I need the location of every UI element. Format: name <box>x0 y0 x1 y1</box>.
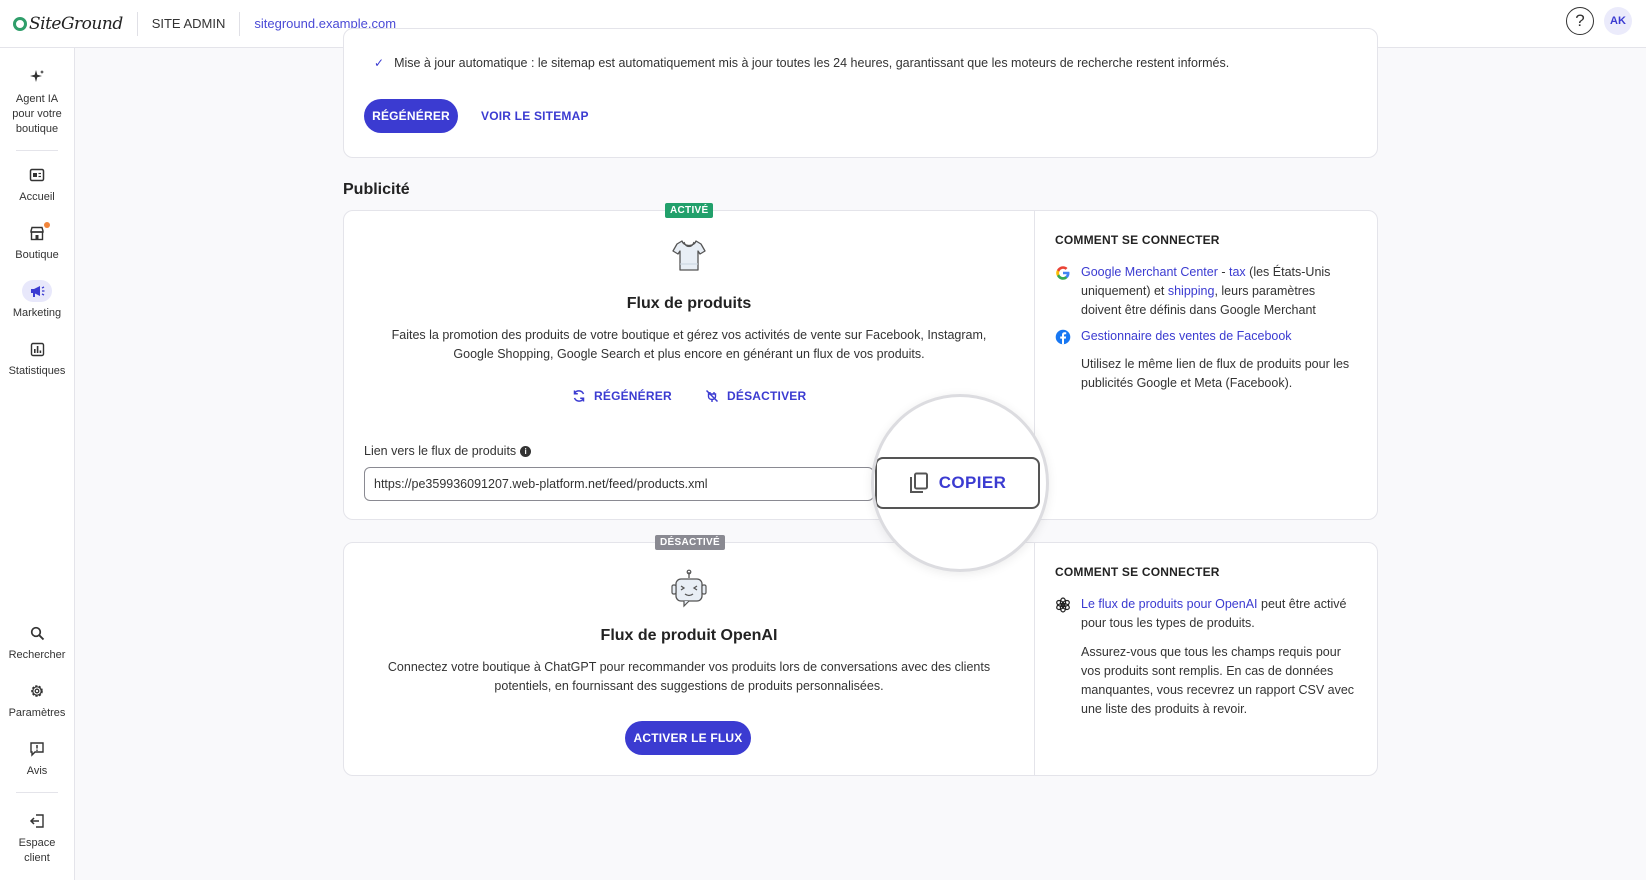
sidebar-item-label: Boutique <box>15 249 59 261</box>
sidebar-item-label: Marketing <box>12 307 62 319</box>
openai-feed-title: Flux de produit OpenAI <box>600 627 778 644</box>
openai-icon <box>1055 595 1081 633</box>
facebook-icon <box>1055 327 1081 351</box>
copy-button[interactable]: COPIER <box>875 457 1040 509</box>
search-icon <box>22 622 52 644</box>
view-sitemap-button[interactable]: VOIR LE SITEMAP <box>481 99 589 133</box>
sitemap-auto-update: ✓ Mise à jour automatique : le sitemap e… <box>374 56 1229 70</box>
exit-icon <box>22 810 52 832</box>
sidebar-item-settings[interactable]: Paramètres <box>0 680 74 721</box>
sidebar-item-marketing[interactable]: Marketing <box>0 280 74 321</box>
feed-note: Utilisez le même lien de flux de produit… <box>1081 357 1350 390</box>
notification-dot <box>44 222 50 228</box>
copy-label: COPIER <box>938 473 1007 492</box>
sidebar-item-label: Statistiques <box>8 365 66 377</box>
sidebar-item-label: Avis <box>26 765 48 777</box>
robot-icon <box>669 569 709 609</box>
status-badge-inactive: DÉSACTIVÉ <box>655 535 725 550</box>
sidebar-divider <box>16 150 58 151</box>
openai-note: Assurez-vous que tous les champs requis … <box>1081 645 1355 716</box>
gear-icon <box>22 680 52 702</box>
products-feed-card: ACTIVÉ Flux de produits Faites la promot… <box>343 203 1378 520</box>
plug-off-icon <box>705 389 719 403</box>
status-badge-active: ACTIVÉ <box>665 203 714 218</box>
refresh-icon <box>573 390 585 402</box>
howto-title: COMMENT SE CONNECTER <box>1055 233 1220 247</box>
facebook-row: Gestionnaire des ventes de Facebook <box>1055 327 1355 351</box>
google-merchant-center-link[interactable]: Google Merchant Center <box>1081 265 1218 279</box>
chart-icon <box>22 338 52 360</box>
openai-feed-card: DÉSACTIVÉ Flux de produit OpenAI Connect… <box>343 535 1378 776</box>
sidebar-item-label: Rechercher <box>8 649 66 661</box>
sidebar-item-client-area[interactable]: Espace client <box>0 810 74 866</box>
sidebar-item-label: Paramètres <box>8 707 66 719</box>
magnifier-highlight: COPIER <box>871 394 1049 572</box>
sidebar-divider <box>16 792 58 793</box>
sidebar-item-label: Espace client <box>18 837 56 864</box>
siteground-logo[interactable]: SiteGround <box>13 14 123 34</box>
openai-text: Le flux de produits pour OpenAI peut êtr… <box>1081 595 1355 633</box>
feed-link-label: Lien vers le flux de produits i <box>364 444 532 458</box>
tshirt-icon <box>669 235 709 275</box>
sidebar-item-label: Accueil <box>19 191 55 203</box>
sidebar-item-store[interactable]: Boutique <box>0 222 74 263</box>
megaphone-icon <box>22 280 52 302</box>
feedback-icon <box>22 738 52 760</box>
sidebar-item-search[interactable]: Rechercher <box>0 622 74 663</box>
feed-url-input[interactable]: https://pe359936091207.web-platform.net/… <box>364 467 874 501</box>
sitemap-auto-update-text: Mise à jour automatique : le sitemap est… <box>394 56 1230 70</box>
avatar[interactable]: AK <box>1604 7 1632 35</box>
shipping-link[interactable]: shipping <box>1168 284 1215 298</box>
google-icon <box>1055 263 1081 320</box>
sidebar-item-feedback[interactable]: Avis <box>0 738 74 779</box>
sidebar-item-label: Agent IA pour votre boutique <box>12 93 62 135</box>
sidebar-item-statistics[interactable]: Statistiques <box>0 338 74 379</box>
store-icon <box>22 222 52 244</box>
help-icon[interactable]: ? <box>1566 7 1594 35</box>
copy-icon <box>909 472 929 494</box>
products-feed-disable-button[interactable]: DÉSACTIVER <box>705 389 806 403</box>
sidebar: Agent IA pour votre boutique Accueil Bou… <box>0 48 75 880</box>
openai-feed-howto: COMMENT SE CONNECTER Le flux de produits… <box>1034 543 1377 775</box>
info-icon[interactable]: i <box>520 445 532 457</box>
openai-feed-main: DÉSACTIVÉ Flux de produit OpenAI Connect… <box>344 535 1034 775</box>
site-admin-label: SITE ADMIN <box>151 16 226 31</box>
openai-feed-link[interactable]: Le flux de produits pour OpenAI <box>1081 597 1258 611</box>
home-icon <box>22 164 52 186</box>
logo-mark-icon <box>13 16 27 31</box>
regenerate-label: RÉGÉNÉRER <box>594 389 672 403</box>
google-merchant-text: Google Merchant Center - tax (les États-… <box>1081 263 1355 320</box>
section-title-publicite: Publicité <box>343 181 410 198</box>
main-content: ✓ Mise à jour automatique : le sitemap e… <box>75 28 1646 880</box>
sitemap-regenerate-button[interactable]: RÉGÉNÉRER <box>364 99 458 133</box>
products-feed-description: Faites la promotion des produits de votr… <box>391 328 987 361</box>
disable-label: DÉSACTIVER <box>727 389 807 403</box>
activate-feed-button[interactable]: ACTIVER LE FLUX <box>625 721 751 755</box>
openai-feed-description: Connectez votre boutique à ChatGPT pour … <box>387 660 991 693</box>
products-feed-regenerate-button[interactable]: RÉGÉNÉRER <box>572 389 672 403</box>
feed-link-label-text: Lien vers le flux de produits <box>364 444 517 458</box>
sitemap-card: ✓ Mise à jour automatique : le sitemap e… <box>343 28 1378 158</box>
check-icon: ✓ <box>374 56 385 70</box>
divider <box>239 11 241 36</box>
logo-text: SiteGround <box>29 13 123 34</box>
sidebar-item-home[interactable]: Accueil <box>0 164 74 205</box>
sparkle-icon <box>22 66 52 88</box>
products-feed-title: Flux de produits <box>626 295 752 312</box>
google-merchant-row: Google Merchant Center - tax (les États-… <box>1055 263 1355 320</box>
sidebar-item-ai-agent[interactable]: Agent IA pour votre boutique <box>0 66 74 137</box>
openai-row: Le flux de produits pour OpenAI peut êtr… <box>1055 595 1355 633</box>
separator-text: - <box>1217 265 1229 279</box>
divider <box>136 11 138 36</box>
howto-title: COMMENT SE CONNECTER <box>1055 565 1220 579</box>
facebook-sales-manager-link[interactable]: Gestionnaire des ventes de Facebook <box>1081 329 1292 343</box>
products-feed-howto: COMMENT SE CONNECTER Google Merchant Cen… <box>1034 211 1377 519</box>
tax-link[interactable]: tax <box>1229 265 1246 279</box>
